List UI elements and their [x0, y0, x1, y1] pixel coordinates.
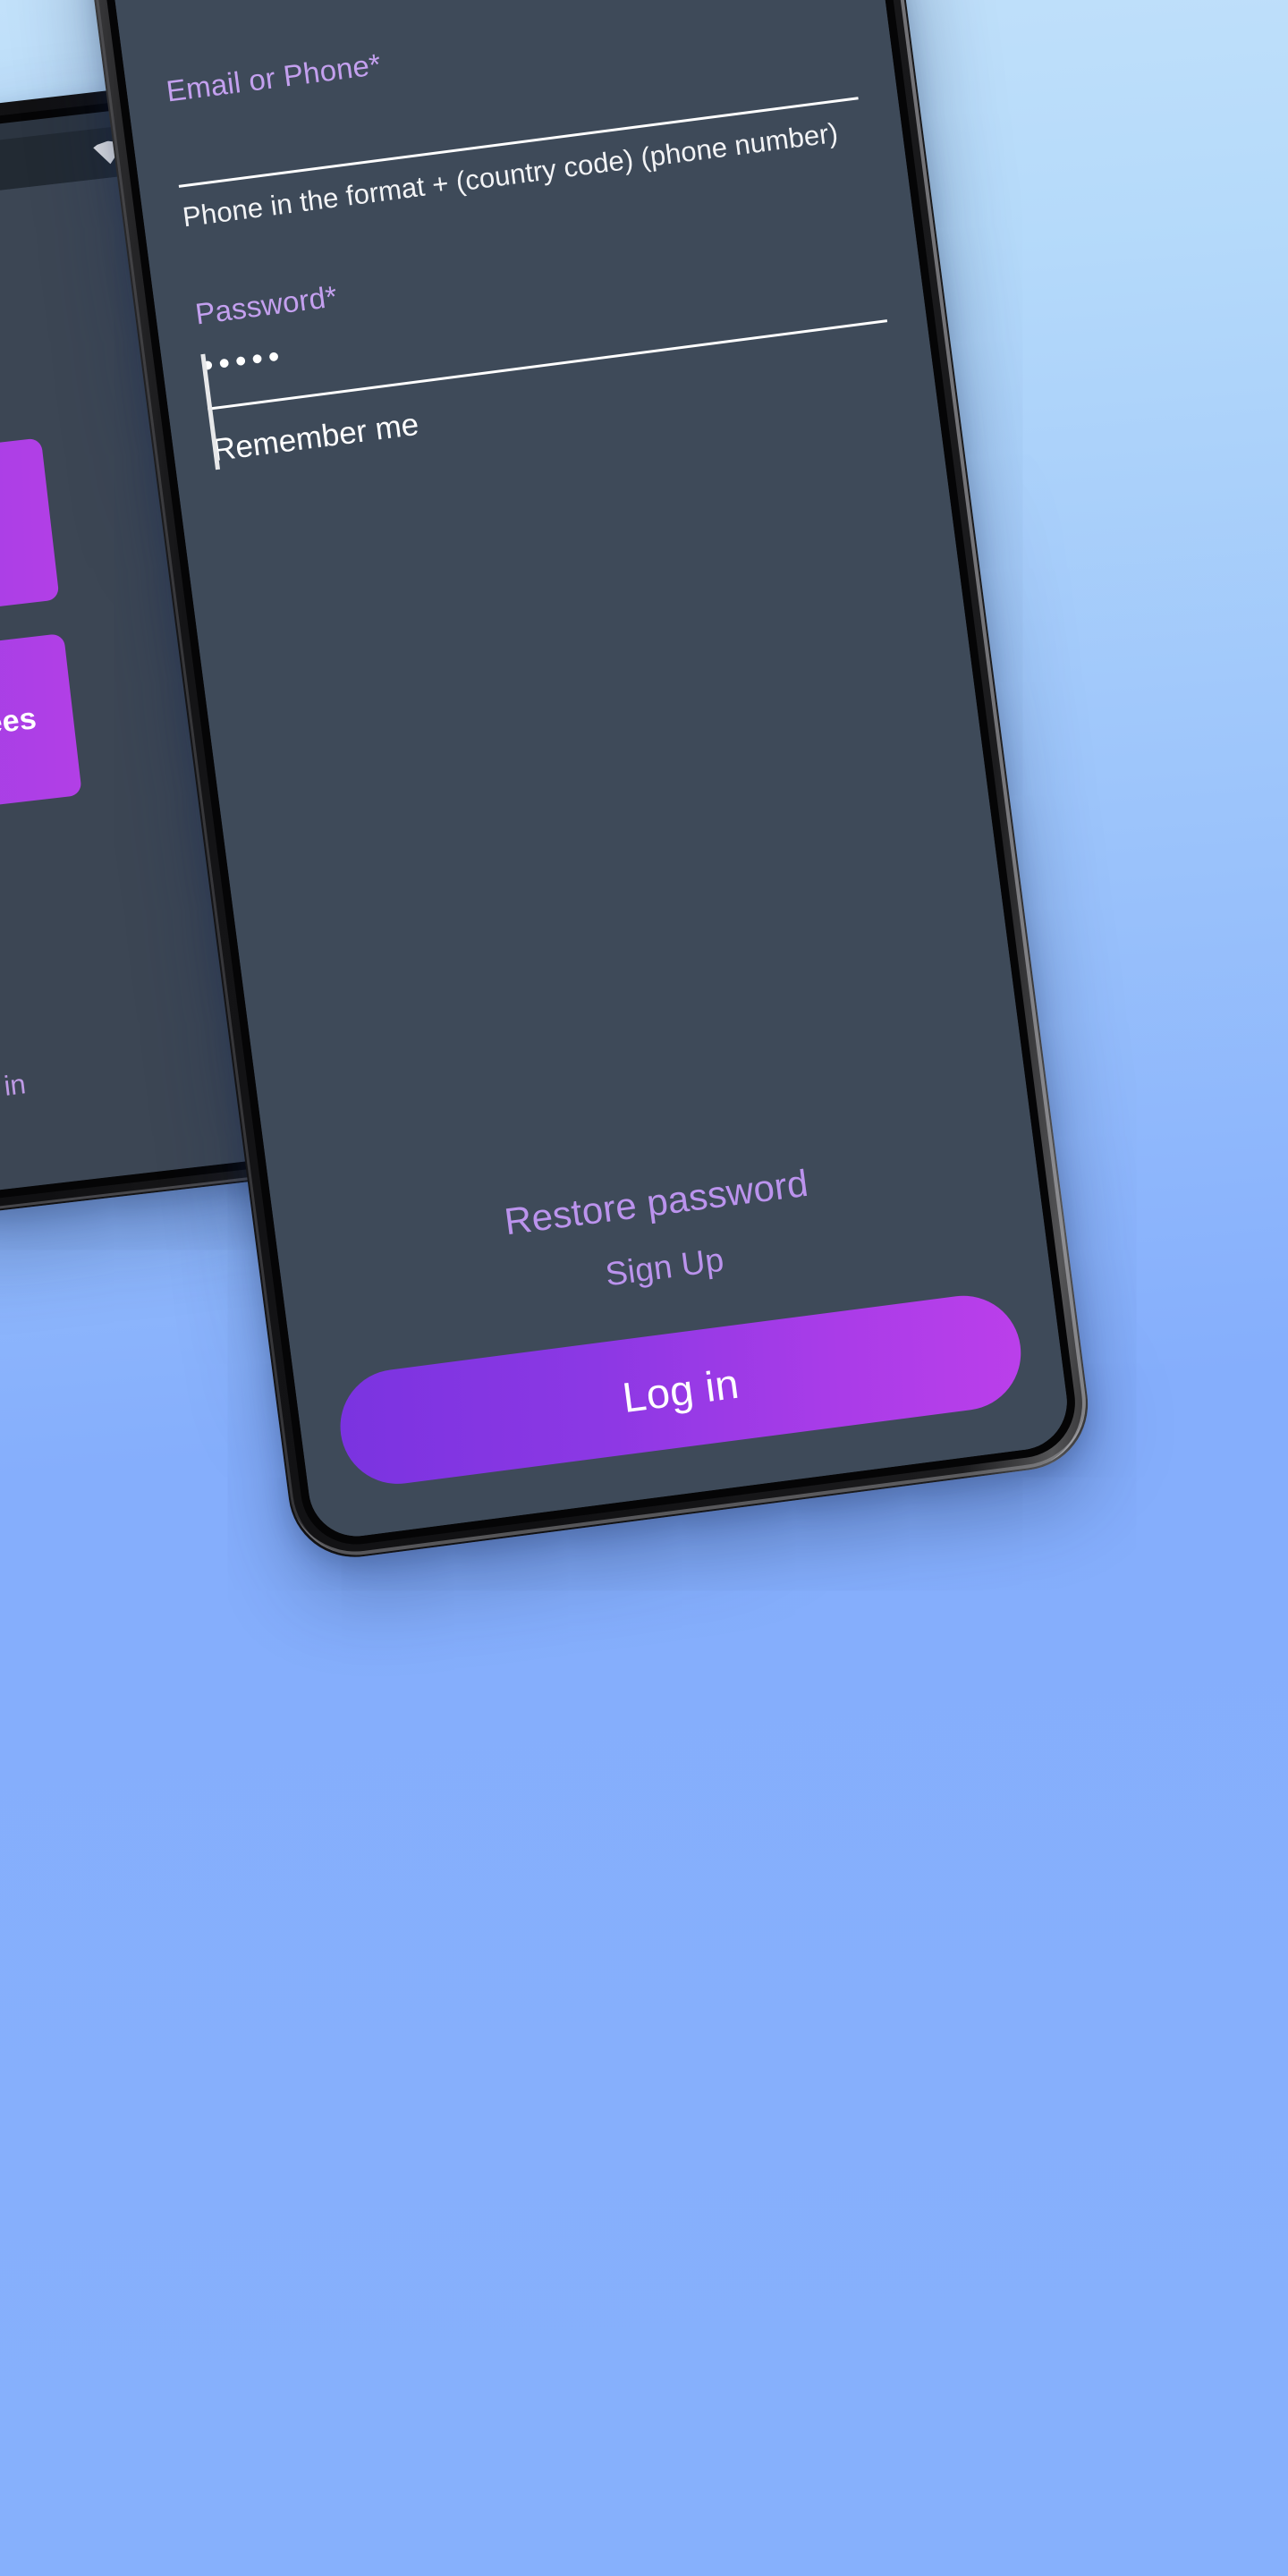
login-screen: 12:30 LogIn Please fill in the required …	[89, 0, 1073, 1542]
promo-card[interactable]: Registration without monitoring	[0, 437, 60, 648]
phone-inner-front: 12:30 LogIn Please fill in the required …	[80, 0, 1082, 1551]
promo-card-text: For company employees	[0, 701, 38, 776]
promo-card-text: Registration without monitoring	[0, 472, 30, 587]
sign-in-link[interactable]: Sign in	[0, 1068, 28, 1109]
email-or-phone-field[interactable]: Email or Phone* Phone in the format + (c…	[165, 0, 865, 233]
back-phone-footer: Already registered? Sign in	[0, 1068, 28, 1144]
form-spacer	[216, 389, 993, 1224]
login-form: Please fill in the required fields Email…	[105, 0, 1073, 1542]
foreground-phone-mockup: 12:30 LogIn Please fill in the required …	[66, 0, 1097, 1565]
promo-card[interactable]: For company employees	[0, 632, 82, 843]
screenshot-stage: 12:30 Registration without monitoring Fo…	[0, 0, 1288, 2576]
